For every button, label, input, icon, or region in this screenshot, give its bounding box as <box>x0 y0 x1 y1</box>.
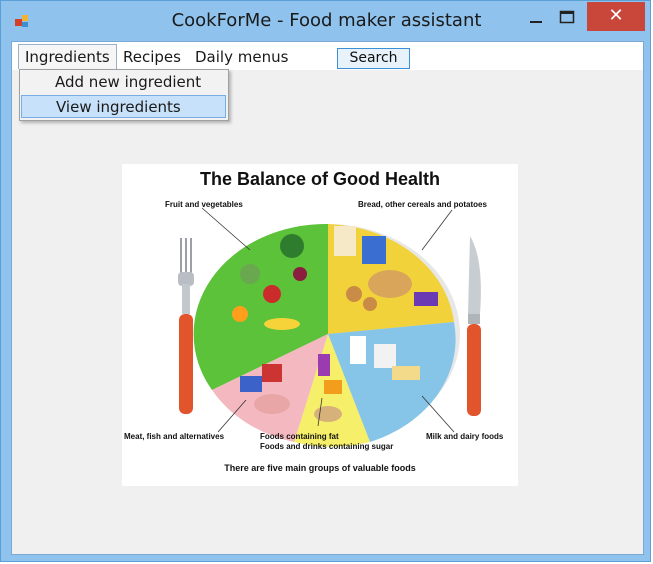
menu-item-add-new-ingredient[interactable]: Add new ingredient <box>21 71 226 94</box>
ingredients-dropdown-menu: Add new ingredient View ingredients <box>19 69 229 121</box>
menu-recipes[interactable]: Recipes <box>117 47 187 67</box>
maximize-icon <box>559 10 575 24</box>
minimize-icon <box>530 21 542 23</box>
label-fruit-veg: Fruit and vegetables <box>165 200 243 209</box>
label-bread: Bread, other cereals and potatoes <box>358 200 487 209</box>
menu-daily-menus[interactable]: Daily menus <box>189 47 294 67</box>
label-sugar: Foods and drinks containing sugar <box>260 442 394 451</box>
close-button[interactable]: ✕ <box>587 2 645 31</box>
app-window: CookForMe - Food maker assistant ✕ Ingre… <box>0 0 651 562</box>
label-meat: Meat, fish and alternatives <box>124 432 225 441</box>
fork-icon <box>178 238 194 414</box>
menu-ingredients[interactable]: Ingredients <box>18 44 117 69</box>
close-icon: ✕ <box>608 5 624 26</box>
client-area: Ingredients Recipes Daily menus Search T… <box>11 41 644 555</box>
search-button[interactable]: Search <box>337 48 410 69</box>
food-poster-image: The Balance of Good Health Fruit and veg… <box>122 164 518 486</box>
title-bar[interactable]: CookForMe - Food maker assistant ✕ <box>1 1 652 41</box>
knife-icon <box>467 236 481 416</box>
minimize-button[interactable] <box>523 5 549 31</box>
label-milk: Milk and dairy foods <box>426 432 504 441</box>
poster-footer: There are five main groups of valuable f… <box>224 463 416 473</box>
menu-bar: Ingredients Recipes Daily menus Search <box>12 42 643 70</box>
maximize-button[interactable] <box>554 5 580 31</box>
menu-item-view-ingredients[interactable]: View ingredients <box>21 95 226 118</box>
label-fat: Foods containing fat <box>260 432 339 441</box>
